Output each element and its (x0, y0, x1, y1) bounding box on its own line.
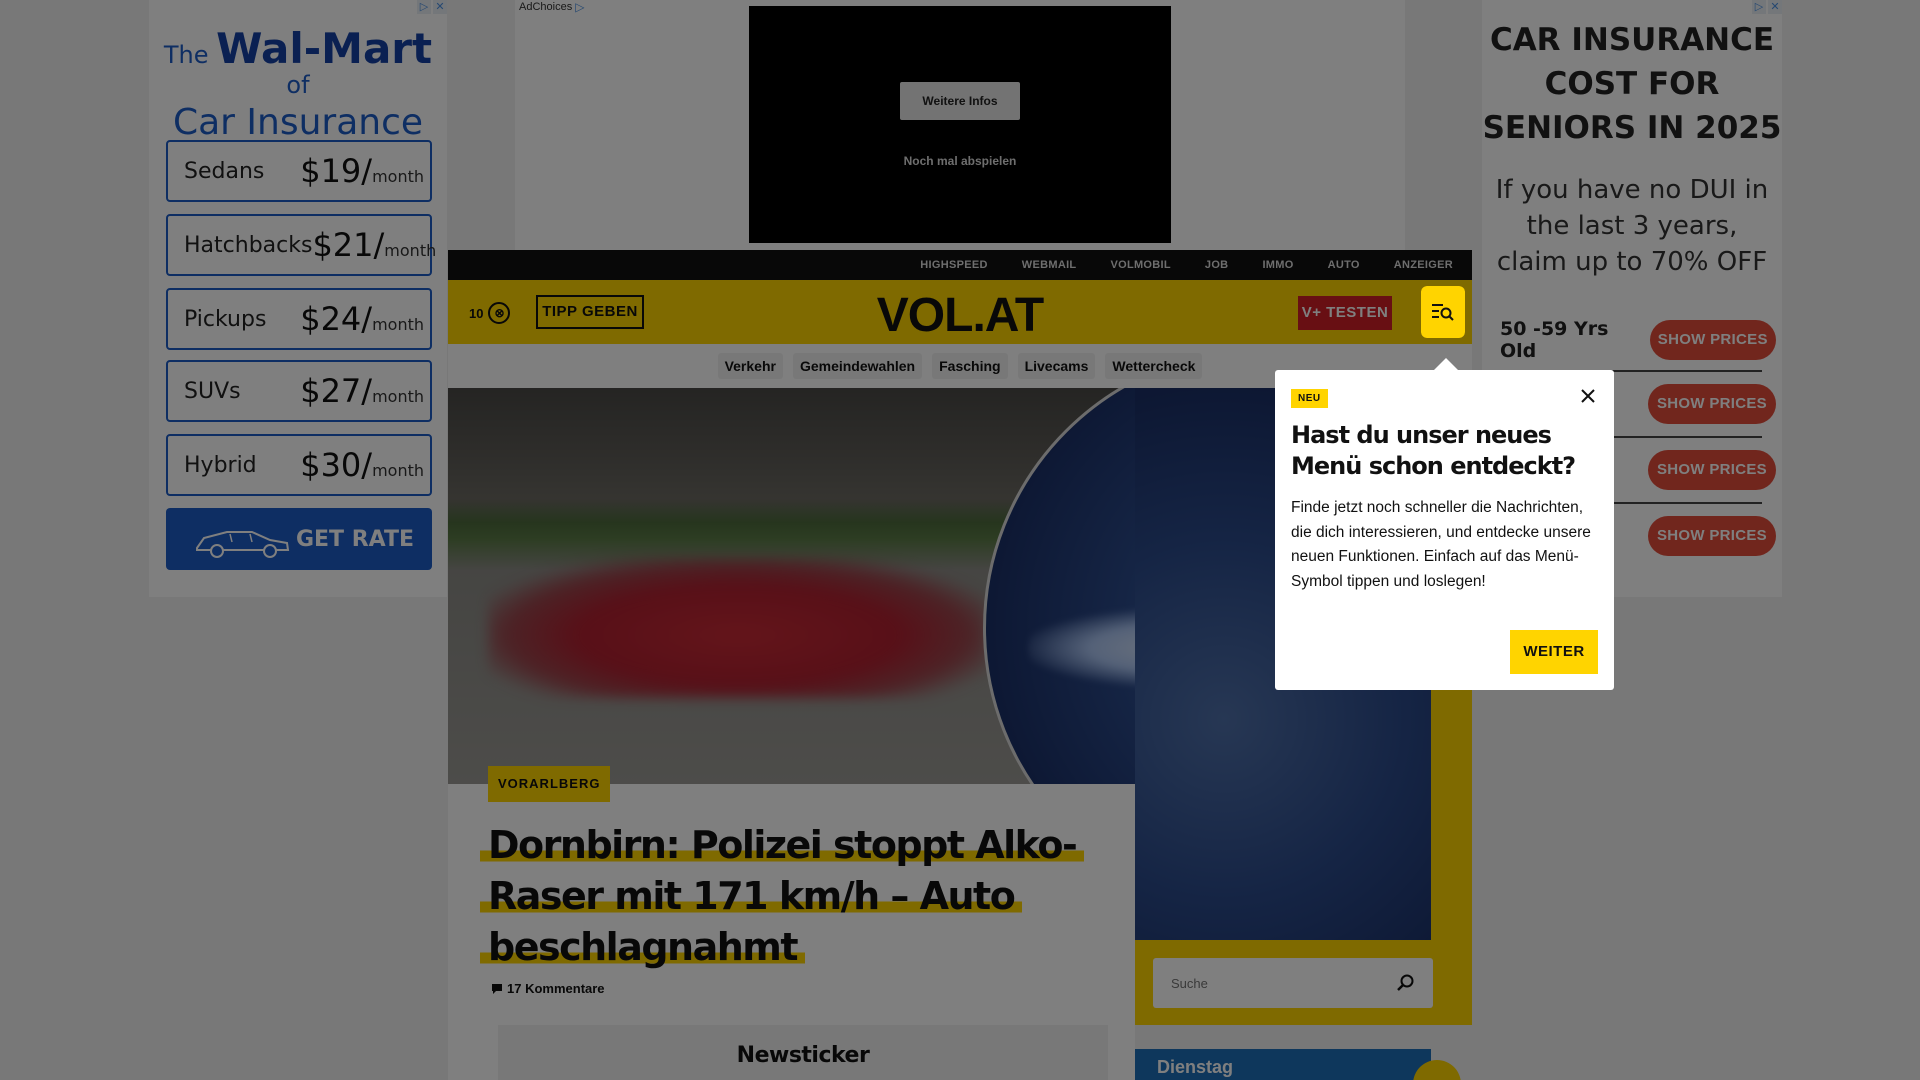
popup-title: Hast du unser neues Menü schon entdeckt? (1291, 421, 1576, 480)
weiter-button[interactable]: WEITER (1510, 630, 1598, 674)
modal-backdrop[interactable] (0, 0, 1920, 1080)
menu-search-icon (1432, 304, 1454, 321)
new-menu-popup: NEU Hast du unser neues Menü schon entde… (1275, 370, 1614, 690)
close-icon[interactable] (1576, 384, 1600, 408)
menu-search-button-highlight[interactable] (1421, 286, 1465, 338)
popup-pointer (1434, 358, 1458, 370)
new-badge: NEU (1291, 389, 1328, 408)
popup-text: Finde jetzt noch schneller die Nachricht… (1291, 499, 1591, 590)
